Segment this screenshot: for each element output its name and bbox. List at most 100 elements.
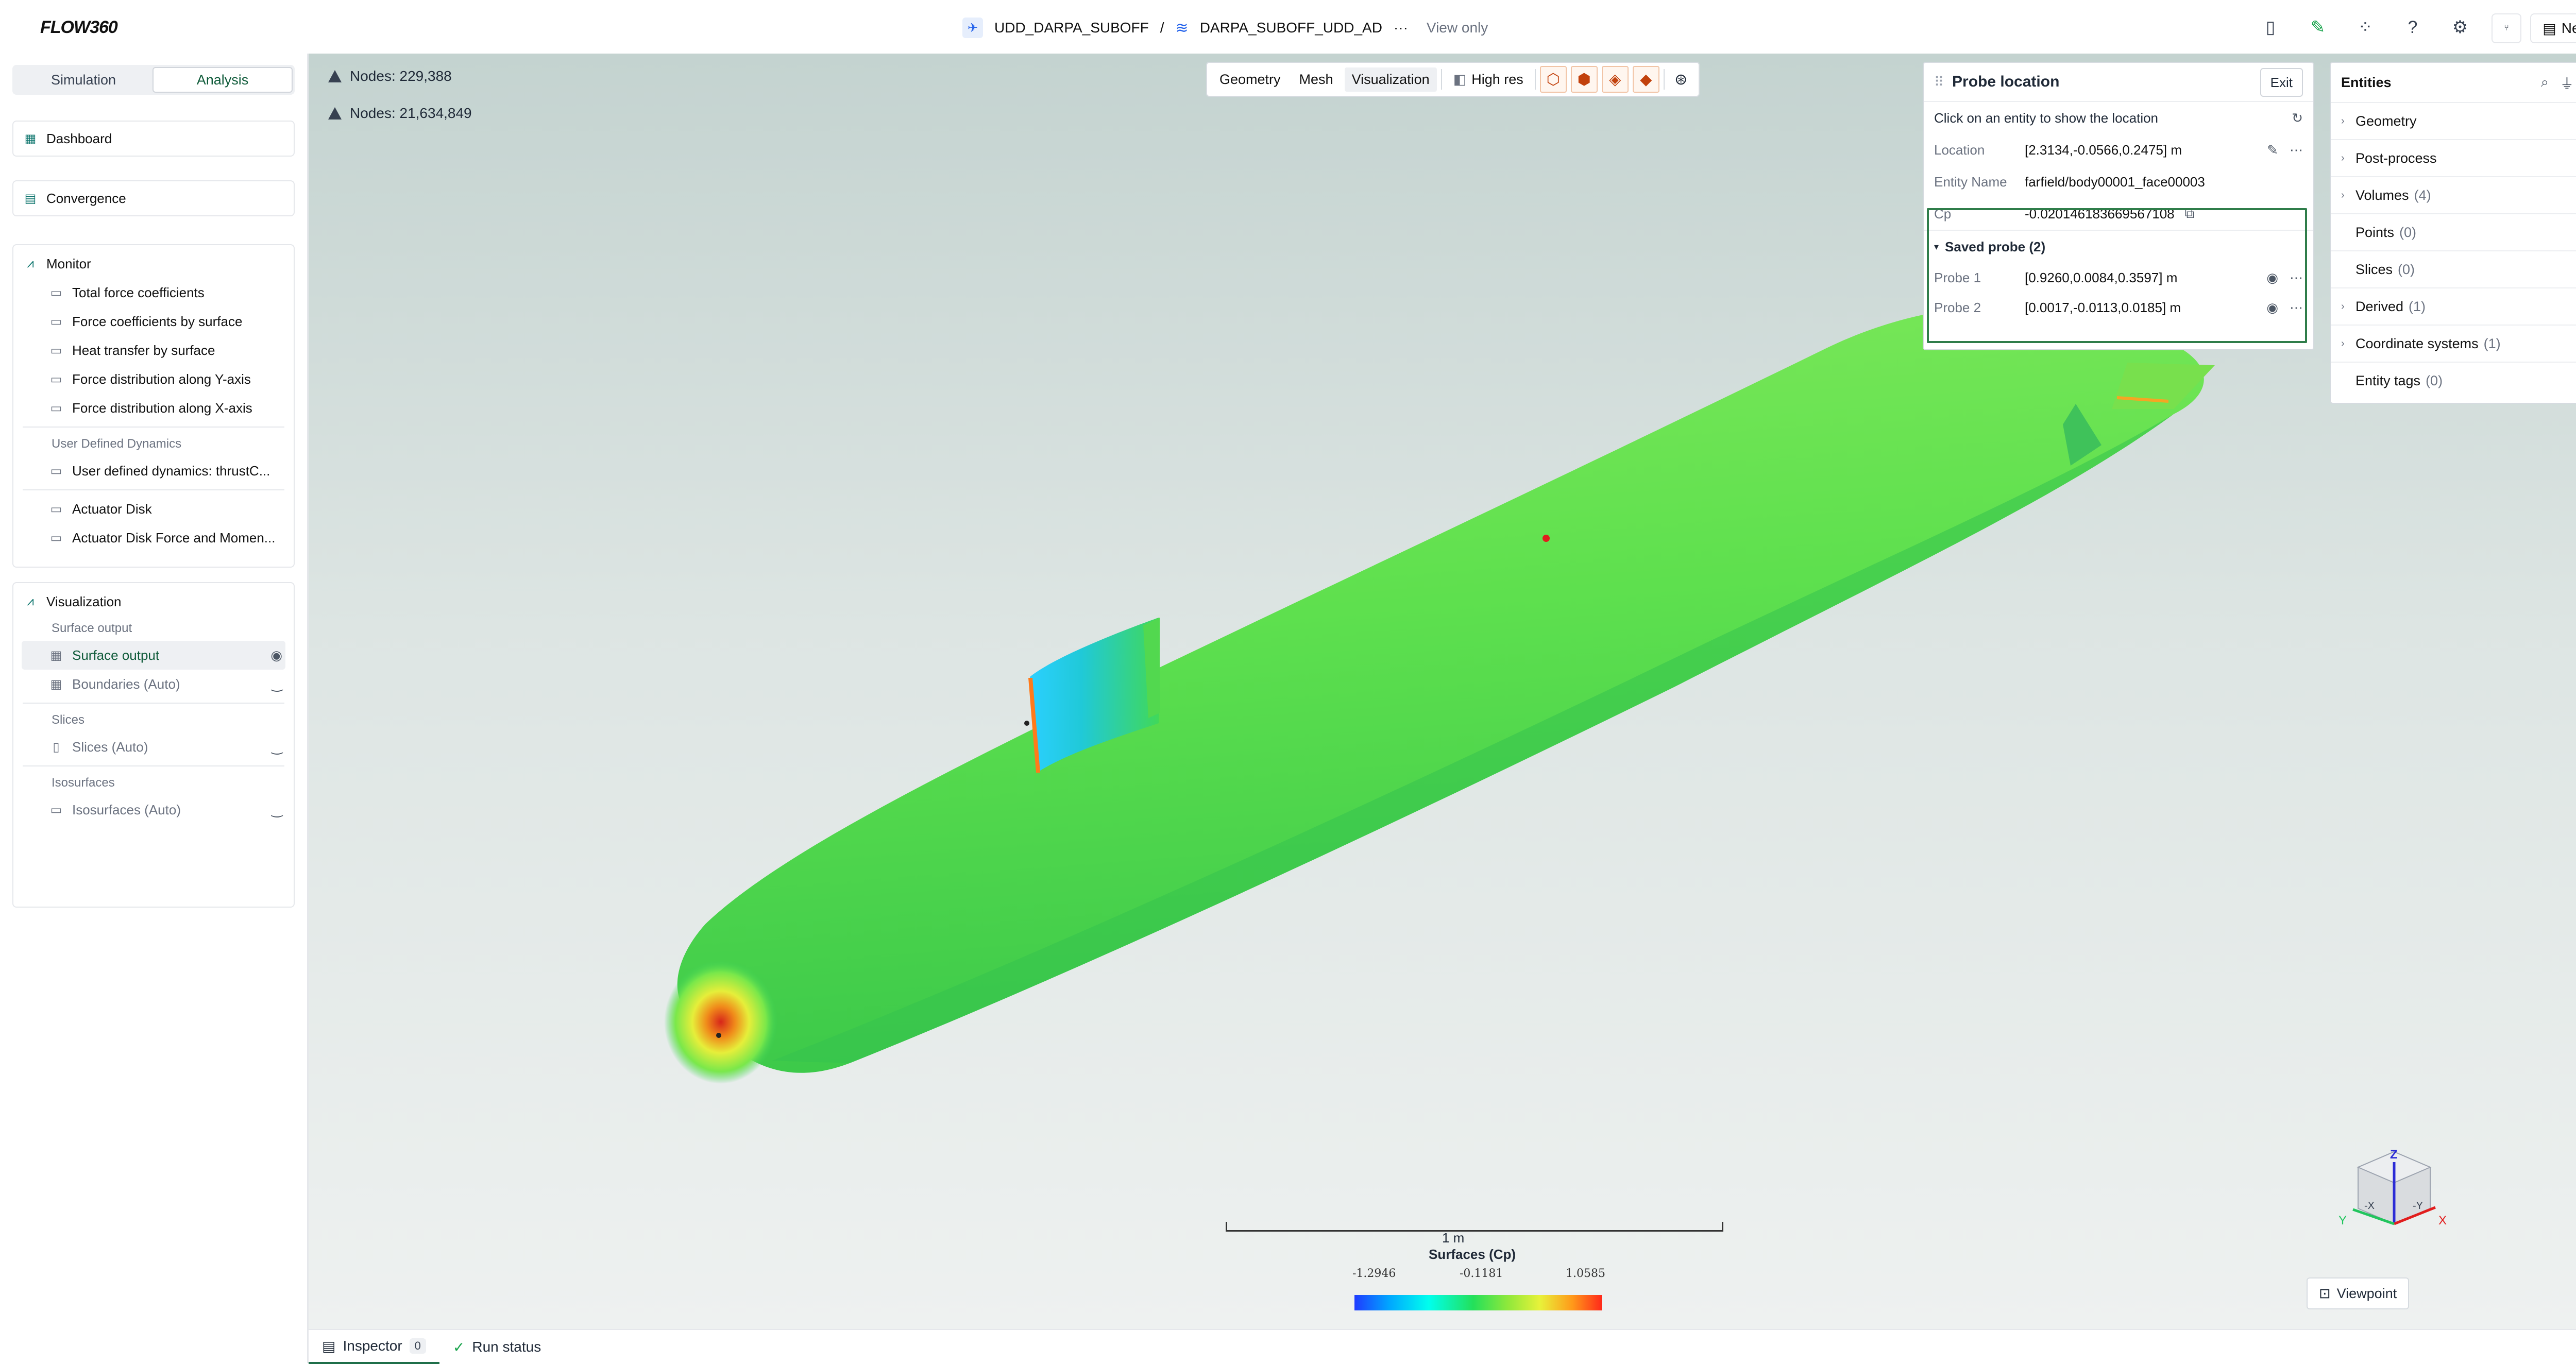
new-run-button[interactable]: ▤ New run bbox=[2530, 13, 2576, 43]
probe-marker[interactable] bbox=[1024, 721, 1029, 726]
entity-row-label: Coordinate systems bbox=[2355, 335, 2479, 351]
entity-row-points[interactable]: Points (0) bbox=[2331, 214, 2576, 251]
refresh-icon[interactable]: ↻ bbox=[2292, 110, 2303, 126]
orientation-cube[interactable] bbox=[2348, 1147, 2441, 1250]
check-circle-icon: ✓ bbox=[452, 1339, 465, 1355]
eye-closed-icon[interactable]: ‿ bbox=[272, 676, 282, 692]
entity-row-count: (1) bbox=[2409, 298, 2426, 314]
edit-icon[interactable]: ✎ bbox=[2267, 142, 2278, 158]
monitor-item[interactable]: ▭ Force coefficients by surface bbox=[13, 307, 294, 336]
axis-z-label: Z bbox=[2390, 1148, 2398, 1162]
pen-icon[interactable]: ✎ bbox=[2304, 13, 2332, 41]
project-icon: ✈ bbox=[962, 18, 983, 38]
colorbar-min: -1.2946 bbox=[1352, 1267, 1396, 1280]
chevron-right-icon: › bbox=[2341, 337, 2345, 349]
surface-output-label: Surface output bbox=[72, 647, 160, 663]
monitor-icon: ⩘ bbox=[27, 257, 34, 270]
probe-marker[interactable] bbox=[1543, 535, 1550, 542]
visualization-title: Visualization bbox=[46, 593, 122, 609]
surface-output-item[interactable]: ▦ Surface output ◉ bbox=[22, 641, 285, 670]
entity-row-label: Post-process bbox=[2355, 150, 2437, 166]
monitor-item-label: Total force coefficients bbox=[72, 284, 205, 300]
boundaries-item[interactable]: ▦ Boundaries (Auto) ‿ bbox=[13, 670, 294, 698]
entity-name-value: farfield/body00001_face00003 bbox=[2025, 174, 2205, 190]
more-icon[interactable]: ⋯ bbox=[2290, 142, 2303, 158]
axis-neg-y-label: -Y bbox=[2413, 1200, 2423, 1212]
entities-title: Entities bbox=[2341, 74, 2392, 90]
divider bbox=[23, 489, 284, 490]
chart-icon: ▭ bbox=[50, 502, 62, 516]
breadcrumb-case[interactable]: DARPA_SUBOFF_UDD_AD bbox=[1200, 20, 1382, 36]
breadcrumb-project[interactable]: UDD_DARPA_SUBOFF bbox=[994, 20, 1149, 36]
probe-hint: Click on an entity to show the location bbox=[1934, 110, 2159, 126]
entity-row-label: Entity tags bbox=[2355, 372, 2421, 388]
chevron-right-icon: › bbox=[2341, 189, 2345, 201]
search-icon[interactable]: ⌕ bbox=[2541, 74, 2549, 91]
filter-icon[interactable]: ⏚ bbox=[2560, 73, 2574, 93]
tab-analysis[interactable]: Analysis bbox=[152, 67, 293, 93]
monitor-item[interactable]: ▭ Total force coefficients bbox=[13, 278, 294, 307]
mode-switch: Simulation Analysis bbox=[12, 65, 295, 95]
probe-header: ⠿ Probe location bbox=[1924, 63, 2313, 102]
monitor-item[interactable]: ▭ Actuator Disk bbox=[13, 495, 294, 523]
location-label: Location bbox=[1934, 142, 1985, 158]
monitor-header[interactable]: ⩘ Monitor bbox=[13, 249, 294, 278]
tab-inspector[interactable]: ▤ Inspector 0 bbox=[309, 1330, 439, 1364]
breadcrumb-separator: / bbox=[1160, 20, 1164, 36]
case-icon: ≋ bbox=[1175, 19, 1189, 37]
gear-icon[interactable]: ⚙ bbox=[2446, 13, 2474, 41]
fork-icon[interactable]: ⑂ bbox=[2492, 13, 2521, 43]
inspector-label: Inspector bbox=[343, 1338, 402, 1354]
chart-icon: ▭ bbox=[50, 285, 62, 300]
exit-button[interactable]: Exit bbox=[2260, 68, 2303, 97]
entity-row-slices[interactable]: Slices (0) bbox=[2331, 251, 2576, 288]
chart-icon: ▭ bbox=[50, 464, 62, 478]
flow360-logo[interactable]: FLOW360 bbox=[40, 18, 118, 38]
entity-row-geometry[interactable]: › Geometry bbox=[2331, 103, 2576, 140]
entity-row-entity-tags[interactable]: Entity tags (0) bbox=[2331, 363, 2576, 399]
drag-handle-icon[interactable]: ⠿ bbox=[1934, 74, 1944, 90]
entity-row-post-process[interactable]: ›Post-process‿ bbox=[2331, 140, 2576, 177]
probe-marker[interactable] bbox=[716, 1033, 721, 1038]
inspector-icon: ▤ bbox=[322, 1338, 336, 1354]
visualization-header[interactable]: ⩘ Visualization bbox=[13, 587, 294, 616]
probe-hint-row: Click on an entity to show the location … bbox=[1924, 102, 2313, 134]
scale-label: 1 m bbox=[1442, 1230, 1465, 1246]
entity-row-coordinate-systems[interactable]: ›Coordinate systems(1)‿ bbox=[2331, 326, 2576, 363]
monitor-item[interactable]: ▭ Force distribution along X-axis bbox=[13, 394, 294, 422]
monitor-item[interactable]: ▭ Actuator Disk Force and Momen... bbox=[13, 523, 294, 552]
left-sidebar: Simulation Analysis ▦ Dashboard ▤ Conver… bbox=[0, 54, 309, 1363]
nodes-icon[interactable]: ⁘ bbox=[2351, 13, 2379, 41]
chart-icon: ▭ bbox=[50, 372, 62, 386]
eye-icon[interactable]: ◉ bbox=[270, 647, 282, 663]
view-only-label: View only bbox=[1426, 20, 1488, 36]
hull-surface[interactable] bbox=[677, 306, 2204, 1073]
convergence-card[interactable]: ▤ Convergence bbox=[12, 180, 295, 216]
monitor-item-label: Actuator Disk bbox=[72, 501, 152, 517]
help-icon[interactable]: ? bbox=[2399, 13, 2427, 41]
monitor-item[interactable]: ▭ Heat transfer by surface bbox=[13, 336, 294, 365]
slices-item[interactable]: ▯ Slices (Auto) ‿ bbox=[13, 732, 294, 761]
monitor-item-label: Heat transfer by surface bbox=[72, 342, 215, 358]
monitor-item[interactable]: ▭ User defined dynamics: thrustC... bbox=[13, 456, 294, 485]
eye-closed-icon[interactable]: ‿ bbox=[272, 802, 282, 818]
eye-closed-icon[interactable]: ‿ bbox=[272, 739, 282, 755]
entity-row-volumes[interactable]: ›Volumes(4)‿ bbox=[2331, 177, 2576, 214]
viewpoint-label: Viewpoint bbox=[2336, 1285, 2397, 1301]
tab-run-status[interactable]: ✓ Run status bbox=[439, 1330, 554, 1364]
isosurfaces-item[interactable]: ▭ Isosurfaces (Auto) ‿ bbox=[13, 795, 294, 824]
dashboard-label: Dashboard bbox=[46, 130, 112, 146]
axis-neg-x-label: -X bbox=[2364, 1200, 2375, 1212]
location-row: Location [2.3134,-0.0566,0.2475] m ✎ ⋯ bbox=[1924, 134, 2313, 166]
viewpoint-button[interactable]: ⊡ Viewpoint bbox=[2307, 1277, 2410, 1309]
monitor-item[interactable]: ▭ Force distribution along Y-axis bbox=[13, 365, 294, 394]
new-run-label: New run bbox=[2561, 20, 2576, 36]
document-icon[interactable]: ▯ bbox=[2257, 13, 2284, 41]
slice-icon: ▯ bbox=[53, 740, 60, 754]
entity-row-derived[interactable]: ›Derived(1)‿ bbox=[2331, 288, 2576, 326]
breadcrumb-more-button[interactable]: ··· bbox=[1394, 20, 1408, 36]
probe-result-highlight bbox=[1927, 208, 2307, 343]
tab-simulation[interactable]: Simulation bbox=[14, 67, 152, 93]
chart-icon: ▭ bbox=[50, 401, 62, 415]
dashboard-card[interactable]: ▦ Dashboard bbox=[12, 121, 295, 157]
